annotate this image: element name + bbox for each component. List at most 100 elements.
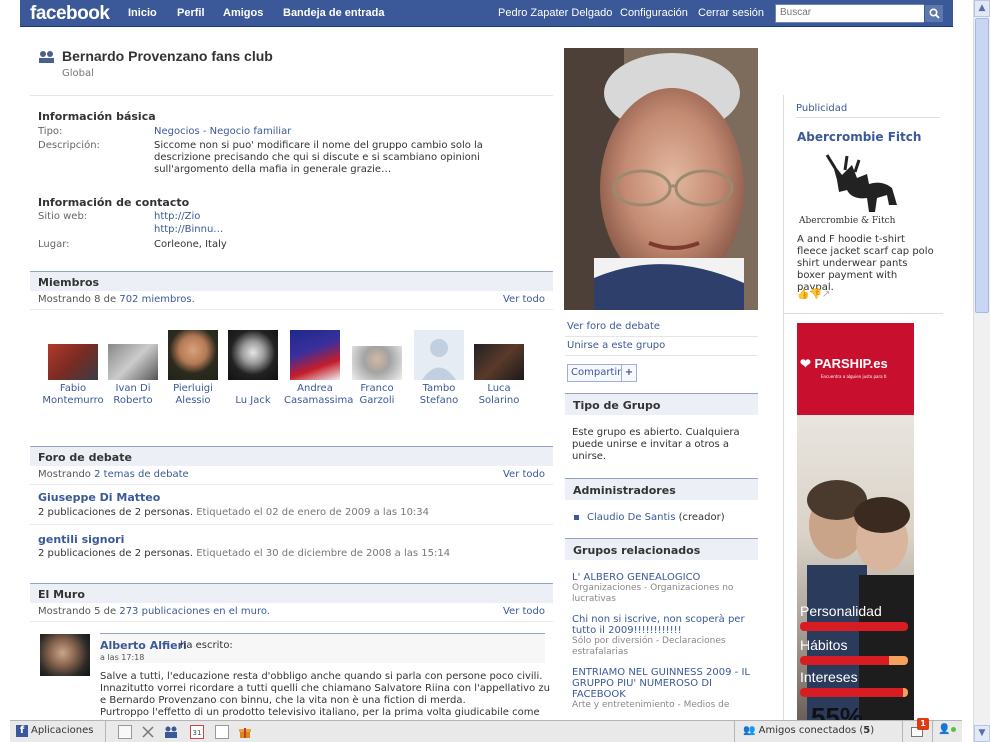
related-group-item: ENTRIAMO NEL GUINNESS 2009 - IL GRUPPO P…: [572, 667, 752, 711]
search-button[interactable]: [924, 4, 944, 23]
forum-see-all[interactable]: Ver todo: [503, 469, 545, 480]
ads-label[interactable]: Publicidad: [796, 103, 940, 118]
website-link-2[interactable]: http://Binnu…: [154, 224, 223, 236]
ad2-percent: 55%: [811, 702, 864, 720]
member-card[interactable]: Lu Jack: [222, 330, 284, 407]
wall-post-body: Salve a tutti, l'educazione resta d'obbl…: [100, 671, 550, 718]
wall-heading: El Muro: [30, 583, 553, 603]
nav-friends[interactable]: Amigos: [223, 7, 263, 19]
member-name[interactable]: Fabio Montemurro: [42, 383, 104, 407]
heart-logo-icon: ❤: [800, 356, 811, 371]
member-photo[interactable]: [108, 344, 158, 380]
member-name[interactable]: Ivan Di Roberto: [102, 383, 164, 407]
member-photo[interactable]: [290, 330, 340, 380]
ad1-feedback-icons[interactable]: 👍👎↗: [797, 289, 830, 300]
ad1-title[interactable]: Abercrombie Fitch: [797, 130, 921, 144]
forum-count-link[interactable]: 2 temas de debate: [94, 469, 189, 480]
members-count-link[interactable]: 702 miembros.: [119, 294, 194, 305]
groups-icon[interactable]: [164, 725, 178, 739]
forum-topic-title[interactable]: gentili signori: [38, 533, 124, 546]
related-group-link[interactable]: L' ALBERO GENEALOGICO: [572, 572, 752, 583]
member-photo[interactable]: [352, 346, 402, 380]
nav-logout[interactable]: Cerrar sesión: [698, 7, 764, 19]
member-photo[interactable]: [228, 330, 278, 380]
member-photo[interactable]: [474, 344, 524, 380]
wall-post-author[interactable]: Alberto Alfieri: [100, 639, 187, 652]
member-card[interactable]: Ivan Di Roberto: [102, 330, 164, 407]
admins-heading: Administradores: [565, 478, 758, 500]
scroll-down-arrow-icon[interactable]: ▼: [974, 725, 990, 742]
description-label: Descripción:: [38, 140, 100, 151]
members-see-all[interactable]: Ver todo: [503, 294, 545, 305]
related-groups-heading: Grupos relacionados: [565, 538, 758, 560]
ad2-tagline: Encuentra a alguien justo para ti: [821, 374, 887, 379]
wall-post-header: Alberto Alfieri ha escrito: a las 17:18: [100, 633, 545, 663]
member-name[interactable]: Pierluigi Alessio: [162, 383, 224, 407]
online-friends-button[interactable]: 👥 Amigos conectados (5): [734, 721, 902, 742]
nav-settings[interactable]: Configuración: [620, 7, 688, 19]
nav-profile[interactable]: Perfil: [177, 7, 205, 19]
wall-see-all[interactable]: Ver todo: [503, 606, 545, 617]
facebook-logo[interactable]: facebook: [30, 3, 110, 25]
ad2-bar-2: [800, 656, 908, 665]
notes-icon[interactable]: [215, 725, 229, 739]
video-icon[interactable]: [141, 725, 155, 739]
member-card[interactable]: Franco Garzoli: [346, 330, 408, 407]
member-name[interactable]: Tambo Stefano: [408, 383, 470, 407]
share-arrow-icon[interactable]: ↗: [822, 289, 830, 300]
member-card[interactable]: Andrea Casamassima: [284, 330, 353, 407]
nav-inbox[interactable]: Bandeja de entrada: [283, 7, 384, 19]
member-card[interactable]: Fabio Montemurro: [42, 330, 104, 407]
nav-home[interactable]: Inicio: [128, 7, 157, 19]
members-heading: Miembros: [30, 271, 553, 291]
join-group-link[interactable]: Unirse a este grupo: [565, 338, 758, 356]
member-photo-placeholder[interactable]: [414, 330, 464, 380]
divider: [30, 95, 553, 96]
members-subheader: Mostrando 8 de 702 miembros. Ver todo: [30, 292, 553, 310]
admin-name[interactable]: Claudio De Santis: [587, 512, 675, 523]
related-group-item: Chi non si iscrive, non scoperà per tutt…: [572, 614, 752, 658]
thumbs-down-icon[interactable]: 👎: [809, 289, 821, 300]
member-photo[interactable]: [168, 330, 218, 380]
group-photo[interactable]: [564, 48, 758, 310]
related-group-category: Arte y entretenimiento - Medios de: [572, 700, 730, 710]
place-label: Lugar:: [38, 239, 70, 250]
member-name[interactable]: Luca Solarino: [468, 383, 530, 407]
member-card[interactable]: Tambo Stefano: [408, 330, 470, 407]
group-type-heading: Tipo de Grupo: [565, 393, 758, 415]
member-name[interactable]: Andrea Casamassima: [284, 383, 353, 407]
view-forum-link[interactable]: Ver foro de debate: [565, 319, 758, 337]
nav-user-name[interactable]: Pedro Zapater Delgado: [498, 7, 612, 19]
calendar-icon[interactable]: 31: [190, 725, 204, 739]
related-group-link[interactable]: Chi non si iscrive, non scoperà per tutt…: [572, 614, 752, 636]
website-label: Sitio web:: [38, 211, 88, 222]
gift-icon[interactable]: [238, 725, 252, 739]
scrollbar-thumb[interactable]: [975, 18, 989, 313]
wall-count-link[interactable]: 273 publicaciones en el muro.: [119, 606, 270, 617]
wall-post-avatar[interactable]: [40, 634, 90, 676]
thumbs-up-icon[interactable]: 👍: [797, 289, 809, 300]
chat-status-button[interactable]: 👤: [932, 721, 962, 742]
ad2-banner[interactable]: ❤ PARSHIP.es Encuentra a alguien justo p…: [797, 323, 914, 720]
related-group-link[interactable]: ENTRIAMO NEL GUINNESS 2009 - IL GRUPPO P…: [572, 667, 752, 700]
member-card[interactable]: Pierluigi Alessio: [162, 330, 224, 407]
applications-button[interactable]: f Aplicaciones: [10, 721, 106, 742]
scroll-up-arrow-icon[interactable]: ▲: [974, 0, 990, 17]
divider: [30, 524, 553, 525]
ad1-image[interactable]: Abercrombie & Fitch: [797, 150, 932, 230]
search-input[interactable]: Buscar: [775, 4, 925, 23]
photos-icon[interactable]: [118, 725, 132, 739]
member-name[interactable]: Lu Jack: [222, 383, 284, 407]
notifications-button[interactable]: 1: [902, 718, 932, 742]
member-photo[interactable]: [48, 344, 98, 380]
member-name[interactable]: Franco Garzoli: [346, 383, 408, 407]
forum-topic-title[interactable]: Giuseppe Di Matteo: [38, 491, 160, 504]
page-scrollbar[interactable]: ▲ ▼: [973, 0, 990, 742]
type-value-link[interactable]: Negocios - Negocio familiar: [154, 126, 291, 138]
page-title: Bernardo Provenzano fans club: [62, 48, 273, 64]
ad2-word-personality: Personalidad: [800, 603, 882, 619]
member-card[interactable]: Luca Solarino: [468, 330, 530, 407]
website-link-1[interactable]: http://Zio: [154, 211, 200, 223]
members-count-prefix: Mostrando 8 de: [38, 294, 117, 305]
share-button[interactable]: Compartir +: [567, 364, 637, 382]
